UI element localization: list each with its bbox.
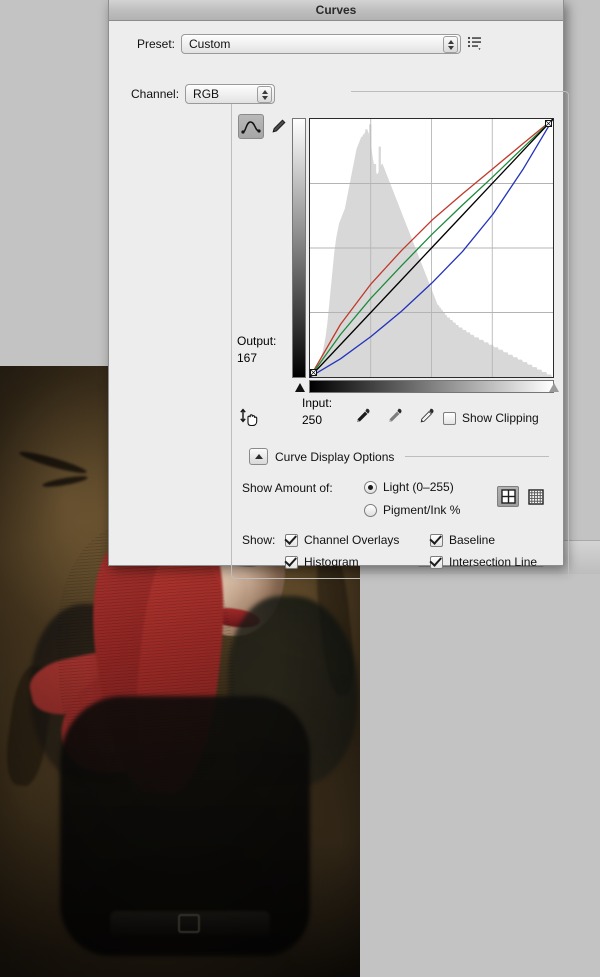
preset-dropdown[interactable]: Custom [181,34,461,54]
pigment-radio-button[interactable] [364,503,377,517]
input-gradient-ramp [309,380,554,393]
show-clipping-checkbox[interactable] [443,411,456,425]
output-label: Output: [237,334,277,348]
baseline-label: Baseline [449,533,496,547]
histogram-checkbox[interactable] [285,555,298,569]
preset-row: Preset: Custom [123,33,475,55]
preset-options-menu-icon[interactable] [467,35,483,51]
white-point-eyedropper[interactable] [418,407,435,425]
eyedropper-group [354,407,435,425]
light-radio-label: Light (0–255) [383,480,454,494]
histogram-row[interactable]: Histogram [285,555,359,569]
channel-overlays-checkbox[interactable] [285,533,298,547]
grid-size-buttons [497,486,547,507]
curve-display-options-title: Curve Display Options [275,449,395,464]
dialog-body: Preset: Custom Channel: RGB Output: 167 … [109,21,569,579]
channel-label: Channel: [131,87,180,101]
simple-grid-button[interactable] [497,486,519,507]
intersection-line-row[interactable]: Intersection Line [430,555,537,569]
white-input-slider[interactable] [549,383,559,392]
channel-overlays-row[interactable]: Channel Overlays [285,533,399,547]
output-value: 167 [237,351,258,365]
light-radio-button[interactable] [364,480,377,494]
pencil-tool-icon[interactable] [267,116,289,138]
channel-row: Channel: RGB [131,84,276,104]
show-clipping-row[interactable]: Show Clipping [443,411,539,425]
black-input-slider[interactable] [295,383,305,392]
preset-value: Custom [189,37,231,51]
preset-label: Preset: [136,37,175,51]
channel-overlays-label: Channel Overlays [304,533,400,547]
dialog-title: Curves [315,3,357,17]
dialog-titlebar[interactable]: Curves [109,0,563,21]
show-clipping-label: Show Clipping [462,411,539,425]
section-divider [405,456,549,457]
output-readout: Output: 167 [237,333,295,367]
baseline-checkbox[interactable] [430,533,443,547]
channel-stepper-icon[interactable] [257,86,273,103]
show-label: Show: [242,533,276,547]
baseline-row[interactable]: Baseline [430,533,495,547]
black-point-eyedropper[interactable] [354,407,371,425]
curves-graph[interactable] [309,118,554,378]
intersection-line-label: Intersection Line [449,555,538,569]
channel-value: RGB [193,87,220,101]
curve-tool-icon[interactable] [238,114,264,139]
collapse-triangle-icon[interactable] [249,448,268,465]
curves-dialog: Curves Preset: Custom Channel: RGB Outpu… [108,0,569,579]
radio-pigment-row[interactable]: Pigment/Ink % [364,503,460,517]
channel-dropdown[interactable]: RGB [185,84,276,104]
histogram-label: Histogram [304,555,359,569]
preset-stepper-icon[interactable] [443,36,458,53]
gray-point-eyedropper[interactable] [386,407,403,425]
detailed-grid-button[interactable] [525,486,547,507]
scrubby-hand-cursor-icon [239,406,263,430]
curve-endpoints[interactable] [310,119,553,377]
pigment-radio-label: Pigment/Ink % [383,503,461,517]
radio-light-row[interactable]: Light (0–255) [364,480,454,494]
show-amount-of-label: Show Amount of: [242,481,333,495]
curve-display-options-header[interactable]: Curve Display Options [249,448,549,465]
intersection-line-checkbox[interactable] [430,555,443,569]
